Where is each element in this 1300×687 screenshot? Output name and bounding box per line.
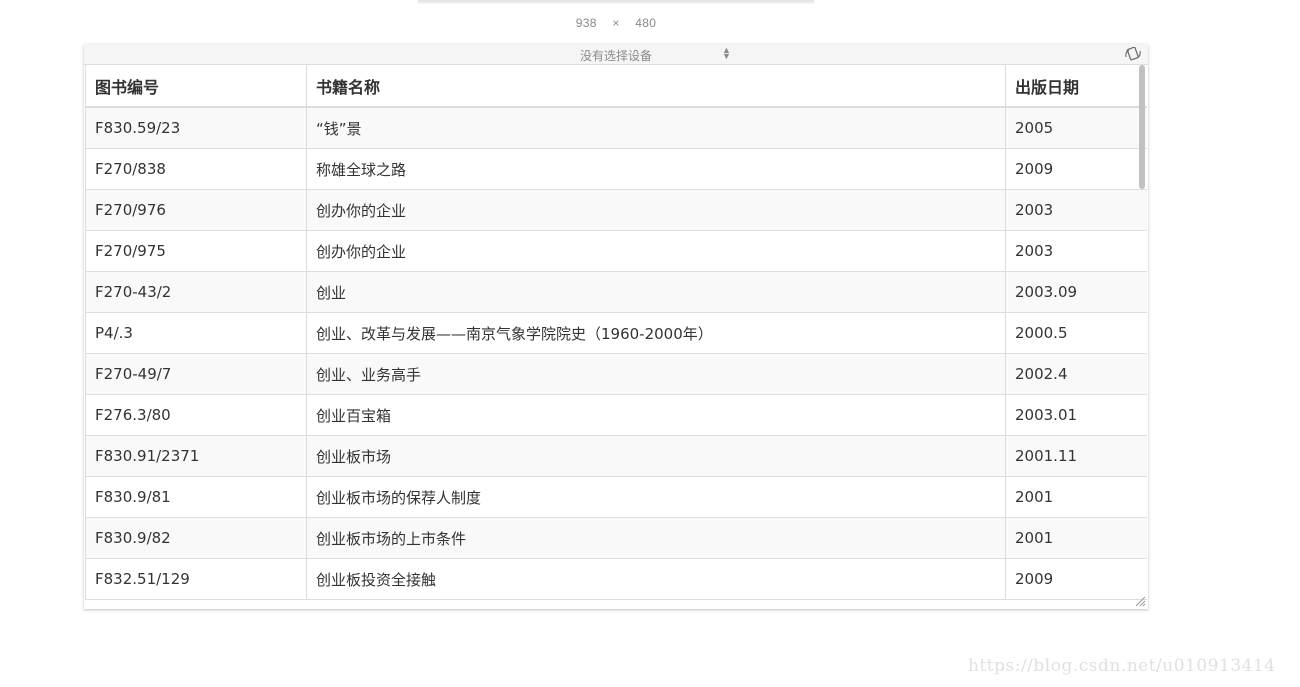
table-header-row: 图书编号 书籍名称 出版日期 [85,65,1147,108]
viewport-height[interactable]: 480 [635,16,656,30]
cell-book-title: 创业百宝箱 [306,394,1006,436]
cell-book-id: F270-49/7 [85,353,307,395]
cell-publish-date: 2003.01 [1005,394,1147,436]
cell-book-title: 创业板投资全接触 [306,558,1006,600]
cell-book-title: 称雄全球之路 [306,148,1006,190]
cell-book-title: 创业 [306,271,1006,313]
table-body: F830.59/23 “钱”景 2005 F270/838 称雄全球之路 2009 F270… [85,106,1147,600]
cell-publish-date: 2003.09 [1005,271,1147,313]
cell-publish-date: 2001.11 [1005,435,1147,477]
cell-book-id: F830.9/81 [85,476,307,518]
cell-book-id: F830.9/82 [85,517,307,559]
cell-publish-date: 2003 [1005,230,1147,272]
viewport-width[interactable]: 938 [576,16,597,30]
column-header-publish-date: 出版日期 [1005,65,1147,108]
cell-book-title: 创办你的企业 [306,189,1006,231]
cell-book-title: 创业板市场的保荐人制度 [306,476,1006,518]
cell-publish-date: 2003 [1005,189,1147,231]
cell-book-title: 创办你的企业 [306,230,1006,272]
top-panel-edge [418,0,814,2]
cell-book-id: F270-43/2 [85,271,307,313]
cell-book-id: F270/838 [85,148,307,190]
cell-publish-date: 2009 [1005,558,1147,600]
cell-book-id: F276.3/80 [85,394,307,436]
cell-book-title: 创业、业务高手 [306,353,1006,395]
device-emulator-frame: 没有选择设备 ▲ ▼ 图书编号 书籍名称 出版日期 F830.59/23 “钱”景 2… [84,44,1148,609]
table-row: F830.59/23 “钱”景 2005 [85,106,1147,149]
cell-publish-date: 2001 [1005,476,1147,518]
device-toolbar: 没有选择设备 ▲ ▼ [84,44,1148,65]
page-viewport: 图书编号 书籍名称 出版日期 F830.59/23 “钱”景 2005 F270/83… [85,65,1147,608]
table-row: F830.91/2371 创业板市场 2001.11 [85,435,1147,477]
dimension-separator: × [612,16,620,30]
cell-book-title: 创业板市场 [306,435,1006,477]
table-row: F830.9/81 创业板市场的保荐人制度 2001 [85,476,1147,518]
resize-grip-icon[interactable] [1134,595,1146,607]
table-row: F276.3/80 创业百宝箱 2003.01 [85,394,1147,436]
cell-publish-date: 2005 [1005,106,1147,149]
table-row: F270-49/7 创业、业务高手 2002.4 [85,353,1147,395]
watermark-url: https://blog.csdn.net/u010913414 [968,656,1276,676]
table-row: F270/975 创办你的企业 2003 [85,230,1147,272]
table-row: F270-43/2 创业 2003.09 [85,271,1147,313]
cell-book-id: F830.59/23 [85,106,307,149]
books-table: 图书编号 书籍名称 出版日期 F830.59/23 “钱”景 2005 F270/83… [85,65,1147,600]
table-row: F270/838 称雄全球之路 2009 [85,148,1147,190]
cell-book-id: F832.51/129 [85,558,307,600]
table-row: F270/976 创办你的企业 2003 [85,189,1147,231]
device-select[interactable]: 没有选择设备 [580,47,652,64]
cell-publish-date: 2001 [1005,517,1147,559]
column-header-book-id: 图书编号 [85,65,307,108]
cell-book-title: 创业、改革与发展——南京气象学院院史（1960-2000年） [306,312,1006,354]
column-header-book-title: 书籍名称 [306,65,1006,108]
cell-publish-date: 2000.5 [1005,312,1147,354]
cell-book-id: P4/.3 [85,312,307,354]
vertical-scrollbar[interactable] [1139,65,1145,189]
cell-book-title: “钱”景 [306,106,1006,149]
table-row: F832.51/129 创业板投资全接触 2009 [85,558,1147,600]
cell-book-id: F830.91/2371 [85,435,307,477]
cell-book-id: F270/975 [85,230,307,272]
table-row: P4/.3 创业、改革与发展——南京气象学院院史（1960-2000年） 2000.… [85,312,1147,354]
rotate-device-icon[interactable] [1124,47,1142,61]
cell-publish-date: 2002.4 [1005,353,1147,395]
viewport-dimensions: 938 × 480 [0,16,1232,30]
cell-book-title: 创业板市场的上市条件 [306,517,1006,559]
cell-book-id: F270/976 [85,189,307,231]
select-arrows-icon: ▲ ▼ [722,45,731,61]
cell-publish-date: 2009 [1005,148,1147,190]
table-row: F830.9/82 创业板市场的上市条件 2001 [85,517,1147,559]
